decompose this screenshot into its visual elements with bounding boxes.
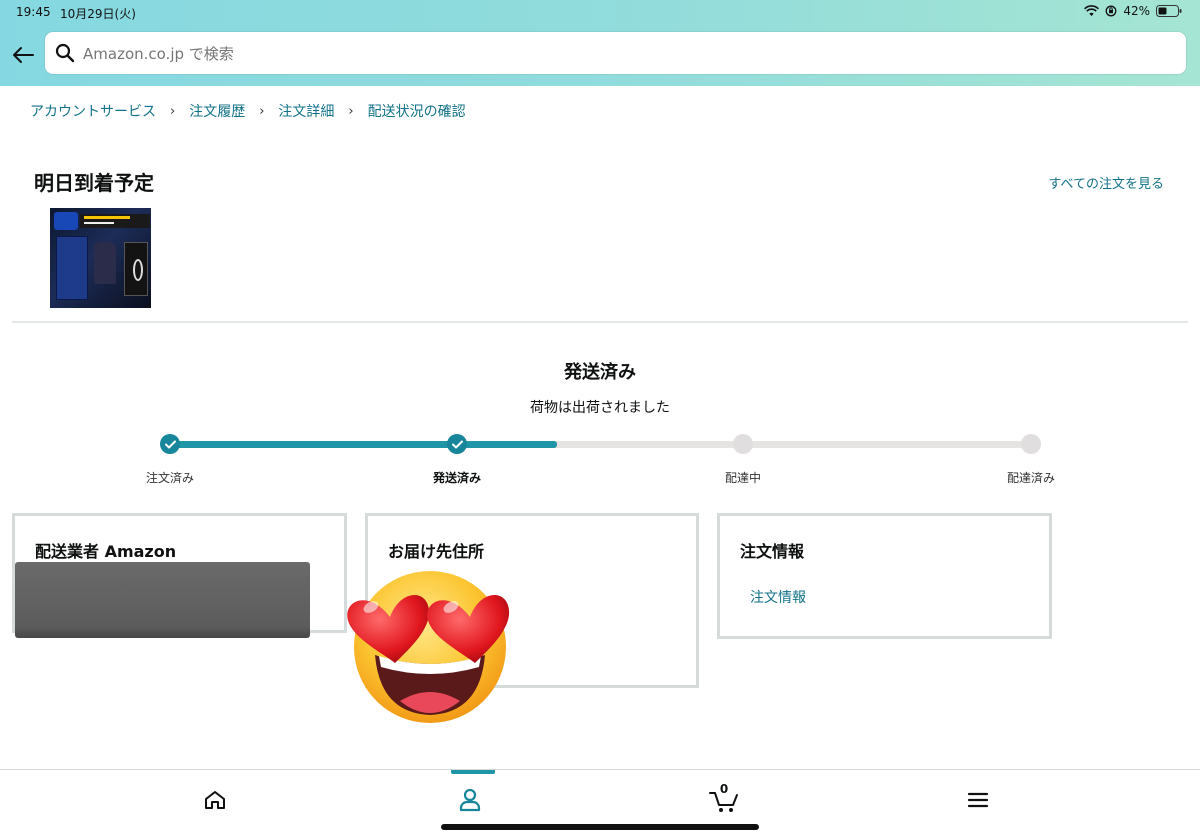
cart-count-badge: 0 [719,782,729,796]
breadcrumb-separator: › [259,103,265,119]
search-icon [55,43,75,63]
breadcrumb-account-service[interactable]: アカウントサービス [30,101,156,121]
carrier-card-title: 配送業者 Amazon [35,542,177,561]
nav-menu-button[interactable] [958,784,998,816]
breadcrumb-order-history[interactable]: 注文履歴 [189,101,245,121]
progress-track [168,441,1032,448]
search-input[interactable] [81,32,1175,76]
step-label-shipped: 発送済み [432,471,481,485]
product-image[interactable] [50,208,151,308]
nav-active-indicator [451,770,495,774]
orientation-lock-icon [1105,5,1117,17]
view-all-orders-link[interactable]: すべての注文を見る [1048,173,1164,192]
shipment-status: 発送済み [564,362,636,383]
wifi-icon [1084,5,1100,16]
status-time: 19:45 [16,5,51,19]
step-label-ordered: 注文済み [145,471,194,485]
breadcrumb: アカウントサービス › 注文履歴 › 注文詳細 › 配送状況の確認 [30,101,466,121]
order-info-card: 注文情報 注文情報 [717,513,1052,639]
nav-cart-button[interactable]: 0 [704,782,744,816]
app-header: 19:45 10月29日(火) 42% [0,0,1200,86]
search-bar[interactable] [45,32,1186,76]
breadcrumb-order-details[interactable]: 注文詳細 [278,101,334,121]
breadcrumb-separator: › [170,103,176,119]
redaction-block [15,562,310,638]
hamburger-menu-icon [967,792,989,808]
product-logo-graphic [54,212,78,230]
step-label-delivered: 配達済み [1006,471,1055,485]
shipment-substatus: 荷物は出荷されました [530,400,670,416]
breadcrumb-separator: › [348,103,354,119]
home-icon [205,791,225,809]
battery-percent: 42% [1123,4,1150,18]
arrow-left-icon [13,47,34,63]
delivery-eta-title: 明日到着予定 [34,171,154,195]
home-indicator-bar [441,824,759,830]
nav-home-button[interactable] [195,784,235,816]
breadcrumb-tracking[interactable]: 配送状況の確認 [368,101,466,121]
user-icon [459,788,481,812]
order-info-link[interactable]: 注文情報 [750,587,806,607]
progress-fill [168,441,557,448]
battery-icon [1156,5,1182,17]
step-dot-delivered [1021,434,1041,454]
heart-eyes-emoji-icon [347,571,510,723]
back-button[interactable] [8,40,38,70]
step-dot-out-for-delivery [733,434,753,454]
status-date: 10月29日(火) [60,7,136,21]
section-divider [12,321,1188,323]
status-indicators: 42% [1084,4,1182,18]
step-label-out-for-delivery: 配達中 [724,471,761,485]
step-dot-shipped [447,434,467,454]
status-bar: 19:45 10月29日(火) 42% [0,0,1200,26]
step-dot-ordered [160,434,180,454]
nav-account-button[interactable] [450,784,490,816]
order-info-card-title: 注文情報 [740,542,805,561]
